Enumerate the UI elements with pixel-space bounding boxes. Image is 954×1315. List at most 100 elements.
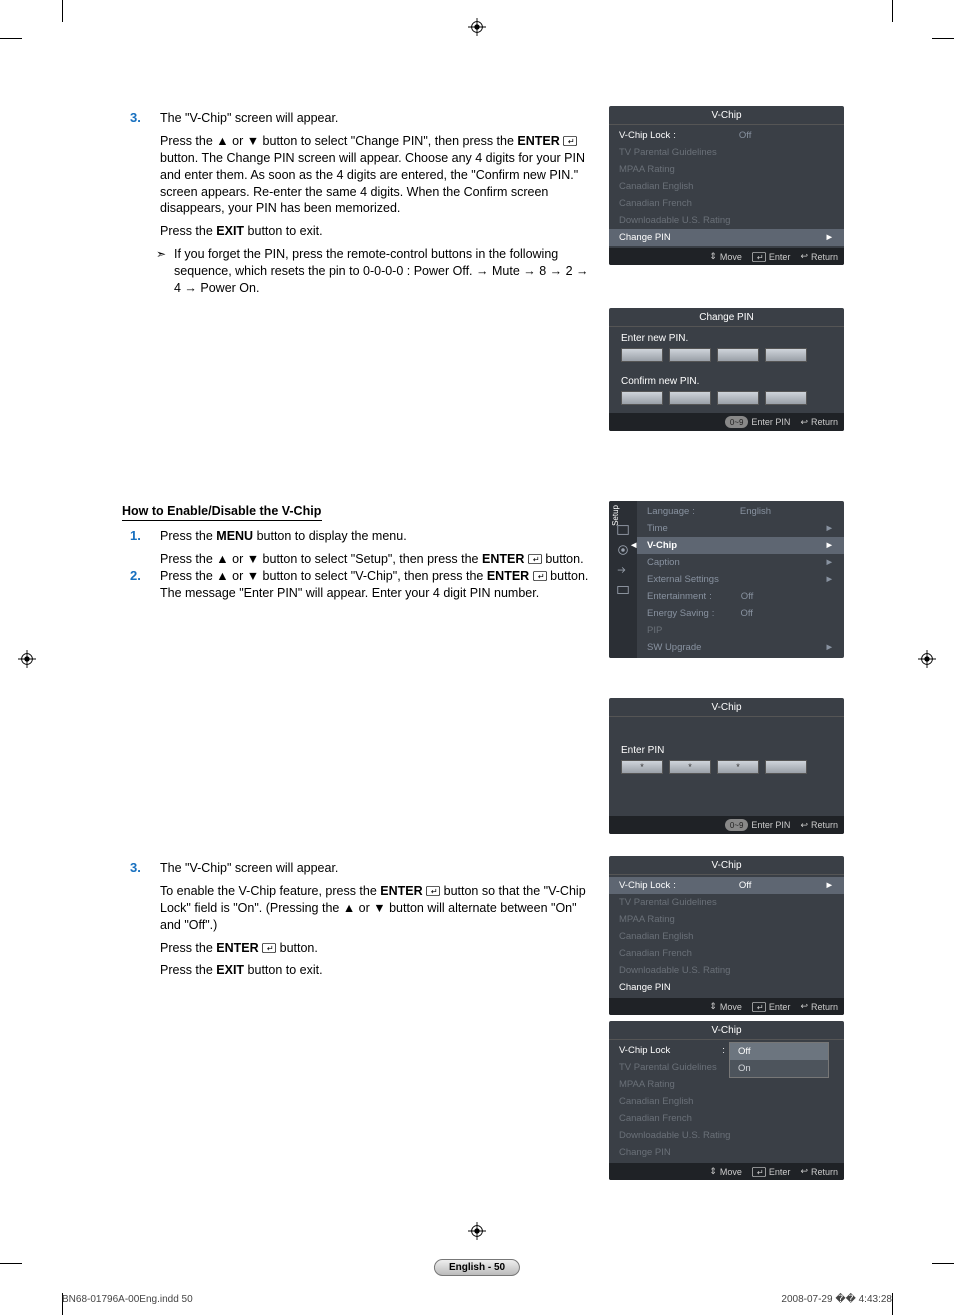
return-icon: ↩ — [800, 417, 808, 428]
menu-row[interactable]: Entertainment:Off — [637, 588, 844, 605]
menu-row-selected[interactable]: ◄V-Chip► — [637, 537, 844, 554]
menu-row[interactable]: V-Chip Lock:Off — [609, 127, 844, 144]
menu-row[interactable]: MPAA Rating — [609, 161, 844, 178]
return-icon: ↩ — [800, 820, 808, 831]
menu-row[interactable]: Downloadable U.S. Rating — [609, 962, 844, 979]
setup-side-label: Setup — [611, 505, 620, 526]
pin-digit-input[interactable] — [621, 348, 663, 362]
crop-mark — [62, 0, 63, 22]
menu-row[interactable]: Downloadable U.S. Rating — [609, 1127, 844, 1144]
menu-row[interactable]: Energy Saving:Off — [637, 605, 844, 622]
updown-icon: ⇕ — [709, 251, 717, 262]
menu-row[interactable]: Downloadable U.S. Rating — [609, 212, 844, 229]
panel-footer: ⇕Move Enter ↩Return — [609, 998, 844, 1015]
menu-row[interactable]: Canadian English — [609, 1093, 844, 1110]
panel-title: V-Chip — [609, 1021, 844, 1040]
menu-row[interactable]: Change PIN — [609, 979, 844, 996]
step-text: Press the ▲ or ▼ button to select "V-Chi… — [160, 568, 592, 608]
pin-digit-input[interactable] — [717, 348, 759, 362]
enter-icon — [752, 1167, 766, 1177]
menu-row[interactable]: TV Parental Guidelines — [609, 144, 844, 161]
menu-row[interactable]: External Settings► — [637, 571, 844, 588]
step-number: 3. — [130, 860, 141, 875]
registration-mark-icon — [18, 650, 36, 668]
dropdown-option[interactable]: On — [730, 1060, 828, 1077]
menu-row[interactable]: PIP — [637, 622, 844, 639]
menu-row[interactable]: Canadian French — [609, 945, 844, 962]
registration-mark-icon — [468, 18, 486, 36]
pin-digit-input[interactable] — [765, 760, 807, 774]
panel-title: V-Chip — [609, 106, 844, 125]
menu-row[interactable]: Canadian English — [609, 178, 844, 195]
menu-row[interactable]: Caption► — [637, 554, 844, 571]
menu-row[interactable]: Language:English — [637, 503, 844, 520]
confirm-new-pin-label: Confirm new PIN. — [609, 370, 844, 391]
pin-digit-input[interactable] — [669, 391, 711, 405]
panel-footer: ⇕Move Enter ↩Return — [609, 1163, 844, 1180]
menu-row[interactable]: TV Parental Guidelines — [609, 894, 844, 911]
pin-input-row — [609, 348, 844, 370]
footer-filename: BN68-01796A-00Eng.indd 50 — [62, 1294, 193, 1305]
menu-row[interactable]: Canadian French — [609, 195, 844, 212]
pin-digit-input[interactable] — [621, 391, 663, 405]
crop-mark — [892, 0, 893, 22]
chevron-right-icon: ► — [825, 557, 834, 568]
enter-icon — [426, 884, 440, 894]
chevron-right-icon: ► — [825, 523, 834, 534]
registration-mark-icon — [918, 650, 936, 668]
pin-digit-input[interactable] — [765, 348, 807, 362]
menu-row[interactable]: Change PIN — [609, 1144, 844, 1161]
menu-row[interactable]: SW Upgrade► — [637, 639, 844, 656]
step-text: Press the MENU button to display the men… — [160, 528, 592, 574]
pin-input-row — [609, 391, 844, 413]
enter-pin-label: Enter PIN — [609, 739, 844, 760]
panel-title: V-Chip — [609, 698, 844, 717]
pin-input-row: * * * — [609, 760, 844, 782]
menu-row-selected[interactable]: Change PIN► — [609, 229, 844, 246]
input-icon — [615, 563, 631, 577]
dropdown-menu: Off On — [729, 1042, 829, 1078]
numpad-badge: 0~9 — [725, 416, 749, 428]
chevron-right-icon: ► — [825, 880, 834, 891]
updown-icon: ⇕ — [709, 1166, 717, 1177]
pin-digit-input[interactable]: * — [717, 760, 759, 774]
menu-row-selected[interactable]: V-Chip Lock:Off► — [609, 877, 844, 894]
chevron-right-icon: ► — [825, 540, 834, 551]
setup-sidebar: Setup — [609, 501, 637, 658]
vchip-dropdown-panel: V-Chip V-Chip Lock: TV Parental Guidelin… — [609, 1021, 844, 1180]
panel-footer: ⇕Move Enter ↩Return — [609, 248, 844, 265]
section-heading: How to Enable/Disable the V-Chip — [122, 503, 321, 520]
step-text: The "V-Chip" screen will appear. To enab… — [160, 860, 592, 985]
updown-icon: ⇕ — [709, 1001, 717, 1012]
enter-icon — [752, 1002, 766, 1012]
vchip-lock-panel: V-Chip V-Chip Lock:Off► TV Parental Guid… — [609, 856, 844, 1015]
return-icon: ↩ — [800, 1166, 808, 1177]
menu-row[interactable]: Time► — [637, 520, 844, 537]
pin-digit-input[interactable] — [669, 348, 711, 362]
return-icon: ↩ — [800, 251, 808, 262]
step-number: 1. — [130, 528, 141, 543]
note-text: If you forget the PIN, press the remote-… — [160, 246, 592, 297]
pin-digit-input[interactable] — [765, 391, 807, 405]
enter-icon — [528, 552, 542, 562]
crop-mark — [0, 38, 22, 39]
crop-mark — [892, 1293, 893, 1315]
pin-digit-input[interactable]: * — [669, 760, 711, 774]
enter-icon — [262, 941, 276, 951]
step-text: The "V-Chip" screen will appear. Press t… — [160, 110, 592, 297]
panel-footer: 0~9Enter PIN ↩Return — [609, 816, 844, 834]
change-pin-panel: Change PIN Enter new PIN. Confirm new PI… — [609, 308, 844, 431]
pin-digit-input[interactable]: * — [621, 760, 663, 774]
numpad-badge: 0~9 — [725, 819, 749, 831]
menu-row[interactable]: MPAA Rating — [609, 911, 844, 928]
menu-row[interactable]: Canadian French — [609, 1110, 844, 1127]
application-icon — [615, 583, 631, 597]
dropdown-option[interactable]: Off — [730, 1043, 828, 1060]
pin-digit-input[interactable] — [717, 391, 759, 405]
vchip-menu-panel: V-Chip V-Chip Lock:Off TV Parental Guide… — [609, 106, 844, 265]
step-number: 2. — [130, 568, 141, 583]
menu-row[interactable]: MPAA Rating — [609, 1076, 844, 1093]
enter-pin-panel: V-Chip Enter PIN * * * 0~9Enter PIN ↩Ret… — [609, 698, 844, 834]
menu-row[interactable]: Canadian English — [609, 928, 844, 945]
crop-mark — [932, 38, 954, 39]
